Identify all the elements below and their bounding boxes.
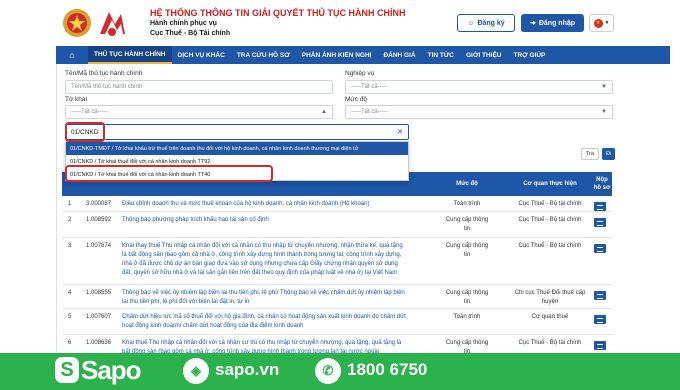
- login-icon: ➜: [529, 20, 536, 27]
- submit-icon[interactable]: [594, 218, 606, 227]
- col-level: Mức độ: [456, 181, 478, 187]
- row-agency: Cơ quan thuế: [531, 314, 569, 320]
- row-level: Cung cấp thông tin: [445, 217, 489, 232]
- highlight-box-input: [65, 122, 105, 142]
- form-label: Tờ khai: [65, 96, 87, 103]
- level-select[interactable]: -----Tất cả----- ▼: [345, 105, 613, 119]
- national-emblem-icon: [63, 9, 91, 37]
- row-name-link[interactable]: Điều chỉnh doanh thu và mức thuế khoán c…: [122, 200, 407, 209]
- submit-icon[interactable]: [594, 291, 606, 300]
- table-row: 6 1.008636 Khai thuế Thu nhập cá nhân đố…: [62, 335, 612, 355]
- sapo-s-icon: S: [55, 357, 79, 383]
- procedure-name-label: Tên/Mã thủ tục hành chính: [65, 70, 143, 77]
- row-number: 6: [68, 340, 72, 346]
- login-button[interactable]: ➜ Đăng nhập: [521, 14, 584, 32]
- row-code: 1.008592: [86, 217, 112, 223]
- col-submit: Nộp hồ sơ: [593, 177, 611, 191]
- nav-item-procedures[interactable]: THỦ TỤC HÀNH CHÍNH: [88, 46, 172, 64]
- row-name-link[interactable]: Thông báo phương pháp trích khấu hao tài…: [122, 216, 407, 225]
- register-label: Đăng ký: [477, 19, 505, 27]
- row-agency: Cục Thuế - Bộ tài chính: [518, 201, 582, 207]
- level-label: Mức độ: [345, 96, 368, 103]
- tax-department-logo: [100, 12, 125, 36]
- row-level: Cung cấp thông tin: [445, 290, 489, 305]
- login-label: Đăng nhập: [538, 19, 576, 27]
- form-select[interactable]: -----Tất cả----- ▲: [65, 105, 333, 119]
- submit-icon[interactable]: [594, 315, 606, 324]
- language-selector[interactable]: ★ ▼: [589, 14, 614, 32]
- table-row: 3 1.007674 Khai thay thuế Thu nhập cá nh…: [62, 238, 612, 285]
- chevron-up-icon: ▲: [321, 109, 327, 115]
- register-button[interactable]: ☺ Đăng ký: [457, 14, 515, 32]
- dropdown-option[interactable]: 01/CNKD-TMĐT / Tờ khai khấu trừ thuế trê…: [66, 142, 408, 155]
- nav-item-lookup[interactable]: TRA CỨU HỒ SƠ: [231, 46, 296, 64]
- row-number: 4: [68, 290, 72, 296]
- sapo-brand: Sapo: [81, 354, 142, 385]
- home-icon[interactable]: ⌂: [56, 46, 88, 64]
- vietnam-flag-icon: ★: [593, 18, 603, 28]
- row-number: 5: [68, 314, 72, 320]
- row-number: 1: [68, 201, 72, 207]
- go-button[interactable]: Đi: [602, 148, 616, 160]
- row-number: 3: [68, 243, 72, 249]
- submit-icon[interactable]: [594, 244, 606, 253]
- nav-item-rating[interactable]: ĐÁNH GIÁ: [377, 46, 421, 64]
- row-code: 1.008555: [86, 290, 112, 296]
- table-row: 4 1.008555 Thông báo về việc ủy nhiệm lậ…: [62, 285, 612, 309]
- chevron-down-icon: ▼: [604, 20, 610, 26]
- row-code: 1.007674: [86, 243, 112, 249]
- level-value: -----Tất cả-----: [351, 109, 388, 115]
- row-level: Cung cấp thông tin: [445, 243, 489, 258]
- business-label: Nghiệp vụ: [345, 70, 375, 77]
- row-level: Toàn trình: [453, 201, 481, 207]
- submit-icon[interactable]: [594, 341, 606, 350]
- footer-site: sapo.vn: [215, 360, 280, 379]
- business-select[interactable]: -----Tất cả----- ▼: [345, 80, 613, 94]
- table-row: 2 1.008592 Thông báo phương pháp trích k…: [62, 212, 612, 238]
- row-code: 3.000087: [86, 201, 112, 207]
- system-subtitle: Hành chính phục vụ: [150, 20, 217, 27]
- row-name-link[interactable]: Chấm dứt hiệu lực mã số thuế đối với hộ …: [122, 313, 407, 331]
- nav-item-other-services[interactable]: DỊCH VỤ KHÁC: [172, 46, 231, 64]
- submit-icon[interactable]: [594, 202, 606, 211]
- content-border: [56, 64, 57, 354]
- row-agency: Chi cục Thuế Đối thuế cấp huyện: [514, 290, 586, 305]
- form-search-input[interactable]: 01/CNKD ✕: [65, 124, 409, 140]
- system-title: HỆ THỐNG THÔNG TIN GIẢI QUYẾT THỦ TỤC HÀ…: [150, 8, 406, 18]
- system-agency: Cục Thuế - Bộ Tài chính: [150, 30, 231, 37]
- procedure-name-input[interactable]: Tên/Mã thủ tục hành chính: [65, 80, 333, 94]
- nav-item-help[interactable]: TRỢ GIÚP: [507, 46, 551, 64]
- globe-icon: ◈: [183, 358, 209, 384]
- main-nav: ⌂ THỦ TỤC HÀNH CHÍNH DỊCH VỤ KHÁC TRA CỨ…: [56, 46, 670, 64]
- search-button[interactable]: Tra: [581, 148, 600, 160]
- row-agency: Cục Thuế - Bộ tài chính: [518, 340, 582, 346]
- row-level: Toàn trình: [453, 314, 481, 320]
- nav-item-about[interactable]: GIỚI THIỆU: [460, 46, 508, 64]
- highlight-box-option: [65, 165, 273, 182]
- search-actions: Tra Đi: [581, 148, 616, 160]
- close-icon[interactable]: ✕: [397, 128, 403, 136]
- nav-item-feedback[interactable]: PHẢN ÁNH KIẾN NGHỊ: [296, 46, 378, 64]
- row-agency: Cục Thuế - Bộ tài chính: [518, 243, 582, 249]
- chevron-down-icon: ▼: [601, 109, 607, 115]
- col-agency: Cơ quan thực hiện: [523, 181, 577, 187]
- chevron-down-icon: ▼: [601, 84, 607, 90]
- nav-item-news[interactable]: TIN TỨC: [422, 46, 460, 64]
- row-code: 1.007607: [86, 314, 112, 320]
- business-value: -----Tất cả-----: [351, 84, 388, 90]
- phone-icon: ✆: [315, 358, 341, 384]
- user-icon: ☺: [467, 19, 475, 27]
- form-value: -----Tất cả-----: [71, 109, 108, 115]
- row-name-link[interactable]: Khai thay thuế Thu nhập cá nhân đối với …: [122, 242, 407, 278]
- row-name-link[interactable]: Thông báo về việc ủy nhiệm lập biên lai …: [122, 289, 407, 307]
- row-code: 1.008636: [86, 340, 112, 346]
- footer-phone: 1800 6750: [347, 360, 428, 379]
- sapo-logo: S Sapo: [55, 354, 142, 385]
- table-row: 1 3.000087 Điều chỉnh doanh thu và mức t…: [62, 196, 612, 212]
- table-row: 5 1.007607 Chấm dứt hiệu lực mã số thuế …: [62, 309, 612, 335]
- row-number: 2: [68, 217, 72, 223]
- row-agency: Cục Thuế - Bộ tài chính: [518, 217, 582, 223]
